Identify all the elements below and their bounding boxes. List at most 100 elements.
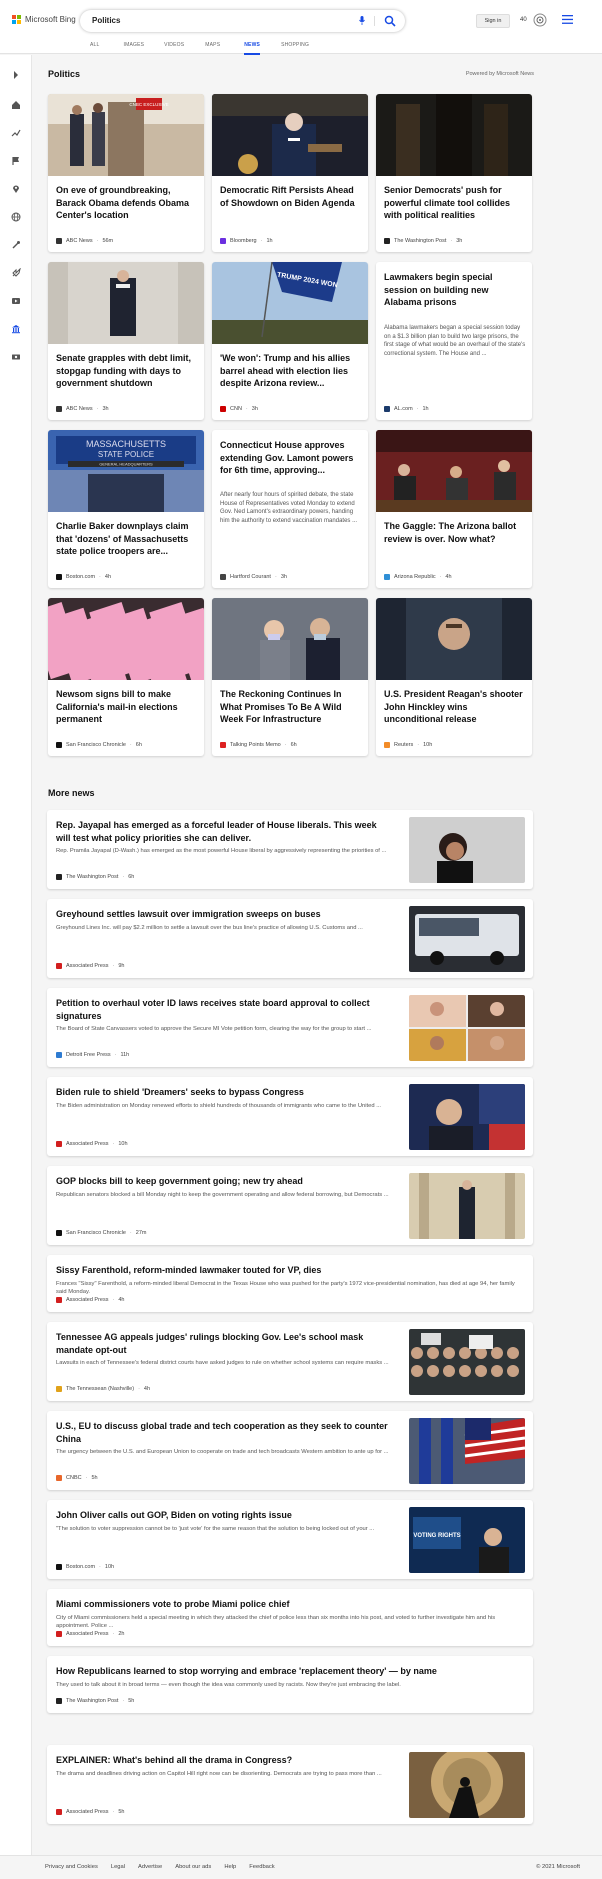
card-image[interactable] [48,262,204,344]
news-item-source[interactable]: Associated Press · 9h [56,963,124,969]
news-item-source[interactable]: Detroit Free Press · 11h [56,1052,129,1058]
card-headline[interactable]: Lawmakers begin special session on build… [384,271,526,309]
card-source[interactable]: ABC News · 56m [56,238,113,244]
news-item-title[interactable]: U.S., EU to discuss global trade and tec… [56,1420,391,1445]
card-image[interactable] [376,598,532,680]
news-item-title[interactable]: Biden rule to shield 'Dreamers' seeks to… [56,1086,391,1099]
news-item-thumbnail[interactable] [409,1751,525,1818]
news-card[interactable]: The Reckoning Continues In What Promises… [212,598,368,756]
news-card[interactable]: MASSACHUSETTS STATE POLICE GENERAL HEADQUA… [48,430,204,588]
news-list-item[interactable]: Petition to overhaul voter ID laws recei… [47,988,533,1067]
news-item-title[interactable]: How Republicans learned to stop worrying… [56,1665,521,1678]
card-image[interactable] [48,598,204,691]
news-card[interactable]: Connecticut House approves extending Gov… [212,430,368,588]
news-card[interactable]: U.S. President Reagan's shooter John Hin… [376,598,532,756]
expand-chevron-icon[interactable] [11,70,21,80]
news-list-item[interactable]: John Oliver calls out GOP, Biden on voti… [47,1500,533,1579]
news-item-source[interactable]: San Francisco Chronicle · 27m [56,1230,146,1236]
card-source[interactable]: The Washington Post · 3h [384,238,462,244]
card-image[interactable] [376,430,532,512]
news-list-item[interactable]: Biden rule to shield 'Dreamers' seeks to… [47,1077,533,1156]
news-list-item[interactable]: U.S., EU to discuss global trade and tec… [47,1411,533,1490]
money-icon[interactable] [11,352,21,362]
card-source[interactable]: Arizona Republic · 4h [384,574,452,580]
card-headline[interactable]: Charlie Baker downplays claim that 'doze… [56,520,198,558]
news-item-source[interactable]: Associated Press · 10h [56,1141,128,1147]
news-list-item[interactable]: Rep. Jayapal has emerged as a forceful l… [47,810,533,889]
news-card[interactable]: Democratic Rift Persists Ahead of Showdo… [212,94,368,252]
news-item-source[interactable]: The Washington Post · 6h [56,874,134,880]
news-card[interactable]: TRUMP 2024 WON 'We won': Trump and his al… [212,262,368,420]
card-headline[interactable]: 'We won': Trump and his allies barrel ah… [220,352,362,390]
microphone-icon[interactable] [359,16,365,25]
news-item-source[interactable]: The Washington Post · 5h [56,1698,134,1704]
card-source[interactable]: Talking Points Memo · 6h [220,742,297,748]
footer-link-feedback[interactable]: Feedback [249,1864,274,1870]
news-item-thumbnail[interactable] [409,1083,525,1150]
card-image[interactable]: TRUMP 2024 WON [212,262,368,344]
card-headline[interactable]: The Reckoning Continues In What Promises… [220,688,362,726]
card-headline[interactable]: The Gaggle: The Arizona ballot review is… [384,520,526,545]
rewards-points[interactable]: 40 [520,17,527,23]
news-item-title[interactable]: Tennessee AG appeals judges' rulings blo… [56,1331,391,1356]
card-headline[interactable]: Senate grapples with debt limit, stopgap… [56,352,198,390]
news-item-thumbnail[interactable] [409,994,525,1061]
news-item-title[interactable]: GOP blocks bill to keep government going… [56,1175,391,1188]
location-pin-icon[interactable] [11,184,21,194]
news-item-title[interactable]: Petition to overhaul voter ID laws recei… [56,997,391,1022]
news-card[interactable]: Senior Democrats' push for powerful clim… [376,94,532,252]
hamburger-menu-icon[interactable] [562,15,573,24]
news-list-item[interactable]: Greyhound settles lawsuit over immigrati… [47,899,533,978]
card-source[interactable]: Boston.com · 4h [56,574,111,580]
news-item-source[interactable]: The Tennessean (Nashville) · 4h [56,1386,150,1392]
politics-building-icon[interactable] [11,324,21,334]
news-item-source[interactable]: Boston.com · 10h [56,1564,114,1570]
news-item-title[interactable]: Sissy Farenthold, reform-minded lawmaker… [56,1264,521,1277]
card-source[interactable]: ABC News · 3h [56,406,109,412]
news-list-item[interactable]: Sissy Farenthold, reform-minded lawmaker… [47,1255,533,1312]
news-item-title[interactable]: Rep. Jayapal has emerged as a forceful l… [56,819,391,844]
tab-all[interactable]: ALL [90,42,100,55]
search-box[interactable]: Politics [80,10,405,32]
news-item-thumbnail[interactable] [409,905,525,972]
video-icon[interactable] [11,296,21,306]
card-headline[interactable]: Connecticut House approves extending Gov… [220,439,362,477]
news-card[interactable]: The Gaggle: The Arizona ballot review is… [376,430,532,588]
news-item-thumbnail[interactable] [409,816,525,883]
card-headline[interactable]: Democratic Rift Persists Ahead of Showdo… [220,184,362,209]
news-item-source[interactable]: Associated Press · 2h [56,1631,124,1637]
footer-link-advertise[interactable]: Advertise [138,1864,162,1870]
tab-shopping[interactable]: SHOPPING [281,42,309,55]
powered-by-label[interactable]: Powered by Microsoft News [466,71,534,77]
news-card[interactable]: CNBC EXCLUSIVE On eve of groundbreaking, … [48,94,204,252]
home-icon[interactable] [11,100,21,110]
card-image[interactable] [212,598,368,680]
news-item-thumbnail[interactable] [409,1328,525,1395]
card-image[interactable] [376,94,532,176]
tab-maps[interactable]: MAPS [205,42,220,55]
news-item-thumbnail[interactable] [409,1417,525,1484]
card-source[interactable]: San Francisco Chronicle · 6h [56,742,142,748]
card-image[interactable]: MASSACHUSETTSSTATE POLICE GENERAL HEADQUA… [48,430,204,512]
footer-link-about-our-ads[interactable]: About our ads [175,1864,211,1870]
card-headline[interactable]: On eve of groundbreaking, Barack Obama d… [56,184,198,222]
card-headline[interactable]: U.S. President Reagan's shooter John Hin… [384,688,526,726]
news-list-item[interactable]: Tennessee AG appeals judges' rulings blo… [47,1322,533,1401]
news-list-item[interactable]: Miami commissioners vote to probe Miami … [47,1589,533,1646]
card-source[interactable]: AL.com · 1h [384,406,429,412]
card-image[interactable] [212,94,368,176]
card-source[interactable]: Hartford Courant · 3h [220,574,287,580]
sign-in-button[interactable]: Sign in [476,14,510,28]
news-card[interactable]: Lawmakers begin special session on build… [376,262,532,420]
news-item-thumbnail[interactable] [409,1172,525,1239]
tools-icon[interactable] [11,240,21,250]
news-list-item[interactable]: GOP blocks bill to keep government going… [47,1166,533,1245]
footer-link-legal[interactable]: Legal [111,1864,125,1870]
news-item-thumbnail[interactable]: VOTING RIGHTS [409,1506,525,1573]
card-headline[interactable]: Senior Democrats' push for powerful clim… [384,184,526,222]
tab-videos[interactable]: VIDEOS [164,42,184,55]
card-source[interactable]: Bloomberg · 1h [220,238,273,244]
trending-icon[interactable] [11,128,21,138]
news-item-title[interactable]: EXPLAINER: What's behind all the drama i… [56,1754,391,1767]
news-item-title[interactable]: Miami commissioners vote to probe Miami … [56,1598,521,1611]
